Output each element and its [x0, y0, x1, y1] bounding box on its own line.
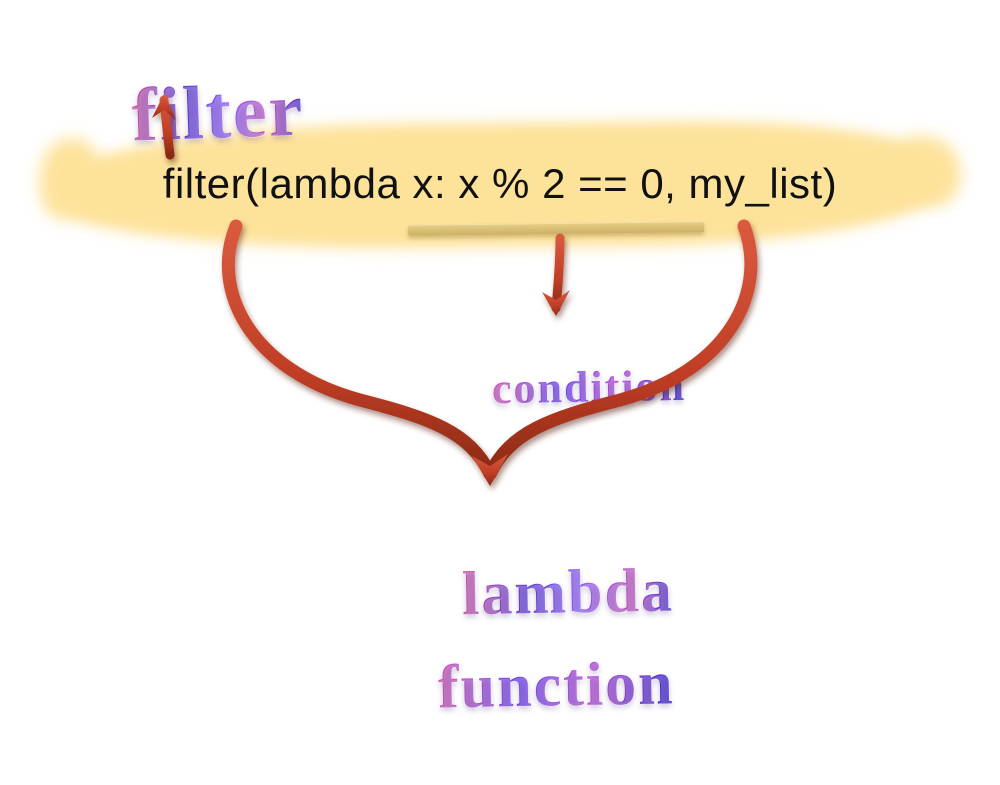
arrow-condition	[542, 238, 570, 316]
diagram-canvas: filter(lambda x: x % 2 == 0, my_list) fi…	[0, 0, 1000, 703]
label-filter: filter	[44, 0, 308, 232]
label-lambda-line2: function	[366, 590, 676, 781]
label-condition: condition	[439, 320, 687, 456]
